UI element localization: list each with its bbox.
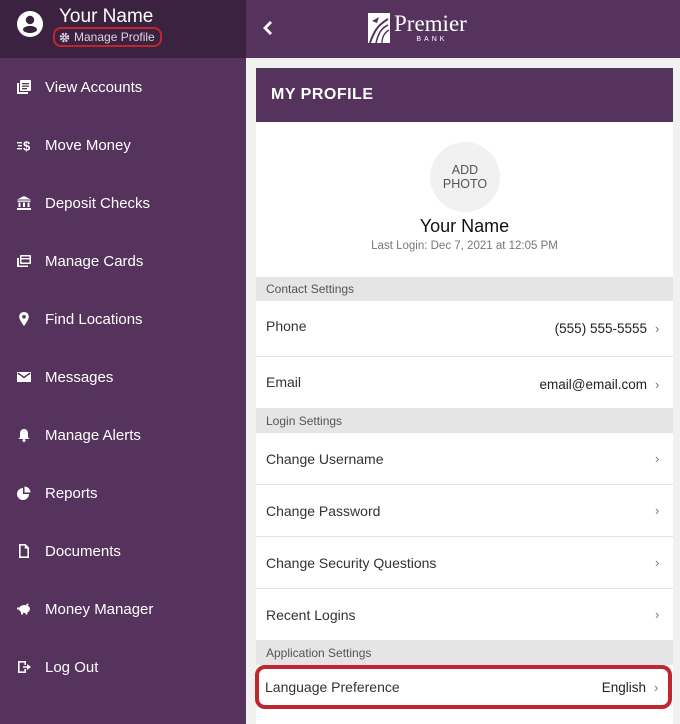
profile-card: MY PROFILE ADD PHOTO Your Name Last Logi… xyxy=(255,68,673,724)
phone-row[interactable]: Phone (555) 555-5555 › xyxy=(256,301,673,357)
sidebar-item-view-accounts[interactable]: View Accounts xyxy=(0,58,246,116)
sidebar-user-header: Your Name Manage Profile xyxy=(0,0,246,58)
document-icon xyxy=(19,544,29,558)
sidebar-item-reports[interactable]: Reports xyxy=(0,464,246,522)
sidebar-item-label: Manage Cards xyxy=(45,252,144,270)
chevron-right-icon: › xyxy=(655,503,660,518)
pie-chart-icon xyxy=(17,486,31,500)
logo-wheat-icon xyxy=(368,13,390,43)
chevron-right-icon: › xyxy=(655,555,660,570)
sidebar-item-label: Documents xyxy=(45,542,121,560)
recent-logins-row[interactable]: Recent Logins › xyxy=(256,589,673,641)
email-value: email@email.com xyxy=(539,377,647,392)
profile-summary: ADD PHOTO Your Name Last Login: Dec 7, 2… xyxy=(256,122,673,277)
sidebar-item-label: Messages xyxy=(45,368,114,386)
sidebar-item-money-manager[interactable]: Money Manager xyxy=(0,580,246,638)
change-username-label: Change Username xyxy=(266,450,384,467)
change-password-label: Change Password xyxy=(266,502,381,519)
email-label: Email xyxy=(266,374,302,390)
svg-text:$: $ xyxy=(23,139,31,153)
language-preference-label: Language Preference xyxy=(265,679,400,695)
manage-profile-label: Manage Profile xyxy=(74,30,155,44)
chevron-right-icon: › xyxy=(655,377,660,392)
sidebar-item-label: Money Manager xyxy=(45,600,154,618)
top-bar: Premier BANK xyxy=(246,0,680,58)
sidebar-item-messages[interactable]: Messages xyxy=(0,348,246,406)
chevron-right-icon: › xyxy=(654,679,659,695)
sidebar-item-label: View Accounts xyxy=(45,78,143,96)
sidebar-item-label: Find Locations xyxy=(45,310,143,328)
premier-bank-logo: Premier BANK xyxy=(368,11,467,43)
piggy-bank-icon xyxy=(17,603,30,615)
sidebar-item-manage-alerts[interactable]: Manage Alerts xyxy=(0,406,246,464)
brand-sub: BANK xyxy=(416,36,448,43)
page-title: MY PROFILE xyxy=(256,68,673,122)
sidebar-item-deposit-checks[interactable]: Deposit Checks xyxy=(0,174,246,232)
sidebar-item-label: Move Money xyxy=(45,136,131,154)
bell-icon xyxy=(18,429,30,442)
sidebar-item-label: Reports xyxy=(45,484,98,502)
profile-name: Your Name xyxy=(419,216,510,236)
sidebar-item-label: Deposit Checks xyxy=(45,194,151,212)
chevron-right-icon: › xyxy=(655,451,660,466)
user-avatar-icon xyxy=(17,11,43,37)
sidebar-item-label: Manage Alerts xyxy=(45,426,141,444)
email-row[interactable]: Email email@email.com › xyxy=(256,357,673,409)
language-preference-row[interactable]: Language Preference English › xyxy=(255,665,672,709)
change-security-questions-row[interactable]: Change Security Questions › xyxy=(256,537,673,589)
sidebar-nav: View Accounts $ Move Money Deposit Check… xyxy=(0,58,246,696)
sidebar-item-find-locations[interactable]: Find Locations xyxy=(0,290,246,348)
section-header-contact: Contact Settings xyxy=(256,277,673,301)
location-pin-icon xyxy=(19,312,29,326)
transfer-money-icon: $ xyxy=(17,139,31,153)
cards-icon xyxy=(17,255,31,267)
phone-label: Phone xyxy=(266,318,307,334)
bank-icon xyxy=(17,196,31,210)
change-username-row[interactable]: Change Username › xyxy=(256,433,673,485)
change-password-row[interactable]: Change Password › xyxy=(256,485,673,537)
sidebar: Your Name Manage Profile View Accounts $… xyxy=(0,0,246,724)
add-photo-line2: PHOTO xyxy=(442,177,488,191)
sidebar-item-move-money[interactable]: $ Move Money xyxy=(0,116,246,174)
sidebar-user-name: Your Name xyxy=(59,6,154,27)
section-header-application: Application Settings xyxy=(256,641,673,665)
recent-logins-label: Recent Logins xyxy=(266,606,356,623)
sidebar-item-documents[interactable]: Documents xyxy=(0,522,246,580)
section-header-login: Login Settings xyxy=(256,409,673,433)
gear-icon xyxy=(59,32,70,42)
brand-name: Premier xyxy=(394,11,467,36)
manage-profile-link[interactable]: Manage Profile xyxy=(53,27,162,47)
accounts-icon xyxy=(17,80,31,94)
sidebar-item-manage-cards[interactable]: Manage Cards xyxy=(0,232,246,290)
last-login: Last Login: Dec 7, 2021 at 12:05 PM xyxy=(371,240,558,252)
add-photo-button[interactable]: ADD PHOTO xyxy=(430,142,500,212)
back-chevron-icon[interactable] xyxy=(260,17,276,39)
sidebar-item-label: Log Out xyxy=(45,658,99,676)
language-preference-value: English xyxy=(601,679,646,695)
sidebar-item-log-out[interactable]: Log Out xyxy=(0,638,246,696)
change-security-questions-label: Change Security Questions xyxy=(266,554,437,571)
logout-icon xyxy=(18,661,31,673)
add-photo-line1: ADD xyxy=(451,163,479,177)
chevron-right-icon: › xyxy=(655,321,660,336)
envelope-icon xyxy=(17,372,31,382)
phone-value: (555) 555-5555 xyxy=(554,321,647,336)
chevron-right-icon: › xyxy=(655,607,660,622)
